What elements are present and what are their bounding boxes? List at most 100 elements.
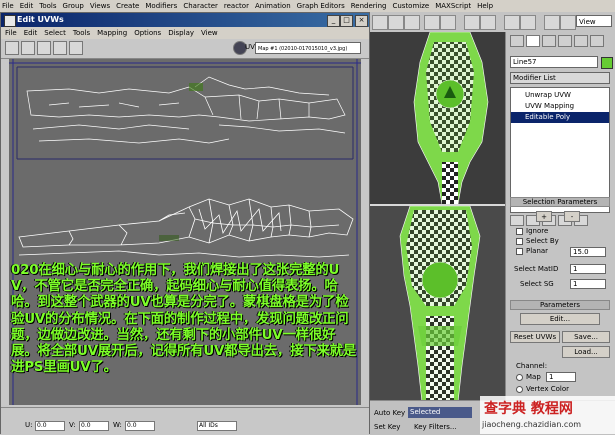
select-by-checkbox[interactable]: [516, 238, 523, 245]
planar-checkbox[interactable]: [516, 248, 523, 255]
menu-rendering[interactable]: Rendering: [351, 2, 387, 10]
display-tab-icon[interactable]: [574, 35, 588, 47]
move-tool-icon[interactable]: [5, 41, 19, 55]
menu-create[interactable]: Create: [116, 2, 139, 10]
w-field[interactable]: 0.0: [125, 421, 155, 431]
uvw-menu-options[interactable]: Options: [134, 29, 161, 37]
selection-parameters-rollout[interactable]: Selection Parameters: [510, 197, 610, 207]
uvw-menu-view[interactable]: View: [201, 29, 218, 37]
object-color-swatch[interactable]: [601, 57, 613, 69]
tutorial-caption: 020在细心与耐心的作用下，我们焊接出了这张完整的UV，不管它是否完全正确，起码…: [11, 263, 357, 376]
selected-dropdown[interactable]: Selected: [408, 407, 472, 418]
view-dropdown[interactable]: View: [576, 15, 612, 27]
toolbar-icon[interactable]: [560, 15, 576, 30]
set-key-button[interactable]: Set Key: [374, 423, 400, 431]
load-button[interactable]: Load...: [562, 346, 610, 358]
utilities-tab-icon[interactable]: [590, 35, 604, 47]
viewport-top[interactable]: [370, 32, 505, 204]
planar-label: Planar: [526, 247, 549, 255]
toolbar-icon[interactable]: [404, 15, 420, 30]
uvw-menu-edit[interactable]: Edit: [24, 29, 38, 37]
save-button[interactable]: Save...: [562, 331, 610, 343]
freeform-tool-icon[interactable]: [53, 41, 67, 55]
motion-tab-icon[interactable]: [558, 35, 572, 47]
uv-shell-top: [26, 76, 346, 144]
menu-help[interactable]: Help: [477, 2, 493, 10]
toolbar-icon[interactable]: [464, 15, 480, 30]
vertex-color-radio[interactable]: [516, 386, 523, 393]
select-sg-label[interactable]: Select SG: [520, 280, 554, 288]
v-label: V:: [69, 421, 76, 429]
u-field[interactable]: 0.0: [35, 421, 65, 431]
menu-reactor[interactable]: reactor: [224, 2, 249, 10]
menu-character[interactable]: Character: [183, 2, 218, 10]
stack-item-editable-poly[interactable]: Editable Poly: [511, 112, 609, 123]
parameters-rollout[interactable]: Parameters: [510, 300, 610, 310]
watermark: 查字典 教程网 jiaocheng.chazidian.com: [480, 396, 615, 434]
matid-spinner[interactable]: 1: [570, 264, 606, 274]
key-filters-button[interactable]: Key Filters...: [414, 423, 457, 431]
uv-label: UV: [245, 43, 255, 51]
menu-customize[interactable]: Customize: [392, 2, 429, 10]
shrink-selection-button[interactable]: -: [564, 211, 580, 222]
toolbar-icon[interactable]: [520, 15, 536, 30]
map-dropdown[interactable]: Map #1 (02010-017015010_v3.jpg): [255, 42, 361, 54]
watermark-url: jiaocheng.chazidian.com: [482, 420, 582, 429]
toolbar-icon[interactable]: [372, 15, 388, 30]
mirror-tool-icon[interactable]: [69, 41, 83, 55]
toolbar-icon[interactable]: [424, 15, 440, 30]
uvw-menu-file[interactable]: File: [5, 29, 17, 37]
edit-uvws-window: Edit UVWs _ □ × File Edit Select Tools M…: [0, 12, 370, 434]
window-title: Edit UVWs: [1, 13, 369, 27]
reset-uvws-button[interactable]: Reset UVWs: [510, 331, 560, 343]
all-ids-dropdown[interactable]: All IDs: [197, 421, 237, 431]
uvw-toolbar: UV Map #1 (02010-017015010_v3.jpg): [1, 39, 369, 59]
uvw-menu-tools[interactable]: Tools: [73, 29, 90, 37]
toolbar-icon[interactable]: [440, 15, 456, 30]
uvw-menu-display[interactable]: Display: [168, 29, 194, 37]
hierarchy-tab-icon[interactable]: [542, 35, 556, 47]
minimize-button[interactable]: _: [327, 15, 340, 27]
uvw-menu-select[interactable]: Select: [44, 29, 66, 37]
map-channel-spinner[interactable]: 1: [546, 372, 576, 382]
menu-animation[interactable]: Animation: [255, 2, 291, 10]
modify-tab-icon[interactable]: [526, 35, 540, 47]
toolbar-icon[interactable]: [388, 15, 404, 30]
edit-button[interactable]: Edit...: [520, 313, 600, 325]
uvw-menubar: File Edit Select Tools Mapping Options D…: [1, 27, 369, 39]
menu-modifiers[interactable]: Modifiers: [145, 2, 177, 10]
auto-key-button[interactable]: Auto Key: [374, 409, 405, 417]
ignore-checkbox[interactable]: [516, 228, 523, 235]
object-name-field[interactable]: Line57: [510, 56, 598, 68]
viewport-perspective[interactable]: [370, 204, 505, 400]
sg-spinner[interactable]: 1: [570, 279, 606, 289]
menu-views[interactable]: Views: [90, 2, 110, 10]
scale-tool-icon[interactable]: [37, 41, 51, 55]
menu-file[interactable]: File: [2, 2, 14, 10]
w-label: W:: [113, 421, 122, 429]
planar-threshold-spinner[interactable]: 15.0: [570, 247, 606, 257]
uvw-status-bar: U: 0.0 V: 0.0 W: 0.0 All IDs: [1, 407, 369, 434]
pin-stack-icon[interactable]: [510, 215, 524, 226]
stack-item-uvw-mapping[interactable]: UVW Mapping: [511, 101, 609, 112]
menu-group[interactable]: Group: [63, 2, 84, 10]
menu-edit[interactable]: Edit: [20, 2, 34, 10]
rotate-tool-icon[interactable]: [21, 41, 35, 55]
toolbar-icon[interactable]: [544, 15, 560, 30]
modifier-list-dropdown[interactable]: Modifier List: [510, 72, 610, 84]
v-field[interactable]: 0.0: [79, 421, 109, 431]
grow-selection-button[interactable]: +: [536, 211, 552, 222]
map-radio[interactable]: [516, 374, 523, 381]
menu-tools[interactable]: Tools: [39, 2, 56, 10]
toolbar-icon[interactable]: [480, 15, 496, 30]
map-radio-label: Map: [526, 373, 541, 381]
stack-item-unwrap-uvw[interactable]: Unwrap UVW: [511, 90, 609, 101]
uvw-menu-mapping[interactable]: Mapping: [97, 29, 127, 37]
menu-maxscript[interactable]: MAXScript: [435, 2, 471, 10]
create-tab-icon[interactable]: [510, 35, 524, 47]
select-matid-label[interactable]: Select MatID: [514, 265, 558, 273]
close-button[interactable]: ×: [355, 15, 368, 27]
maximize-button[interactable]: □: [340, 15, 353, 27]
menu-graph-editors[interactable]: Graph Editors: [297, 2, 345, 10]
toolbar-icon[interactable]: [504, 15, 520, 30]
